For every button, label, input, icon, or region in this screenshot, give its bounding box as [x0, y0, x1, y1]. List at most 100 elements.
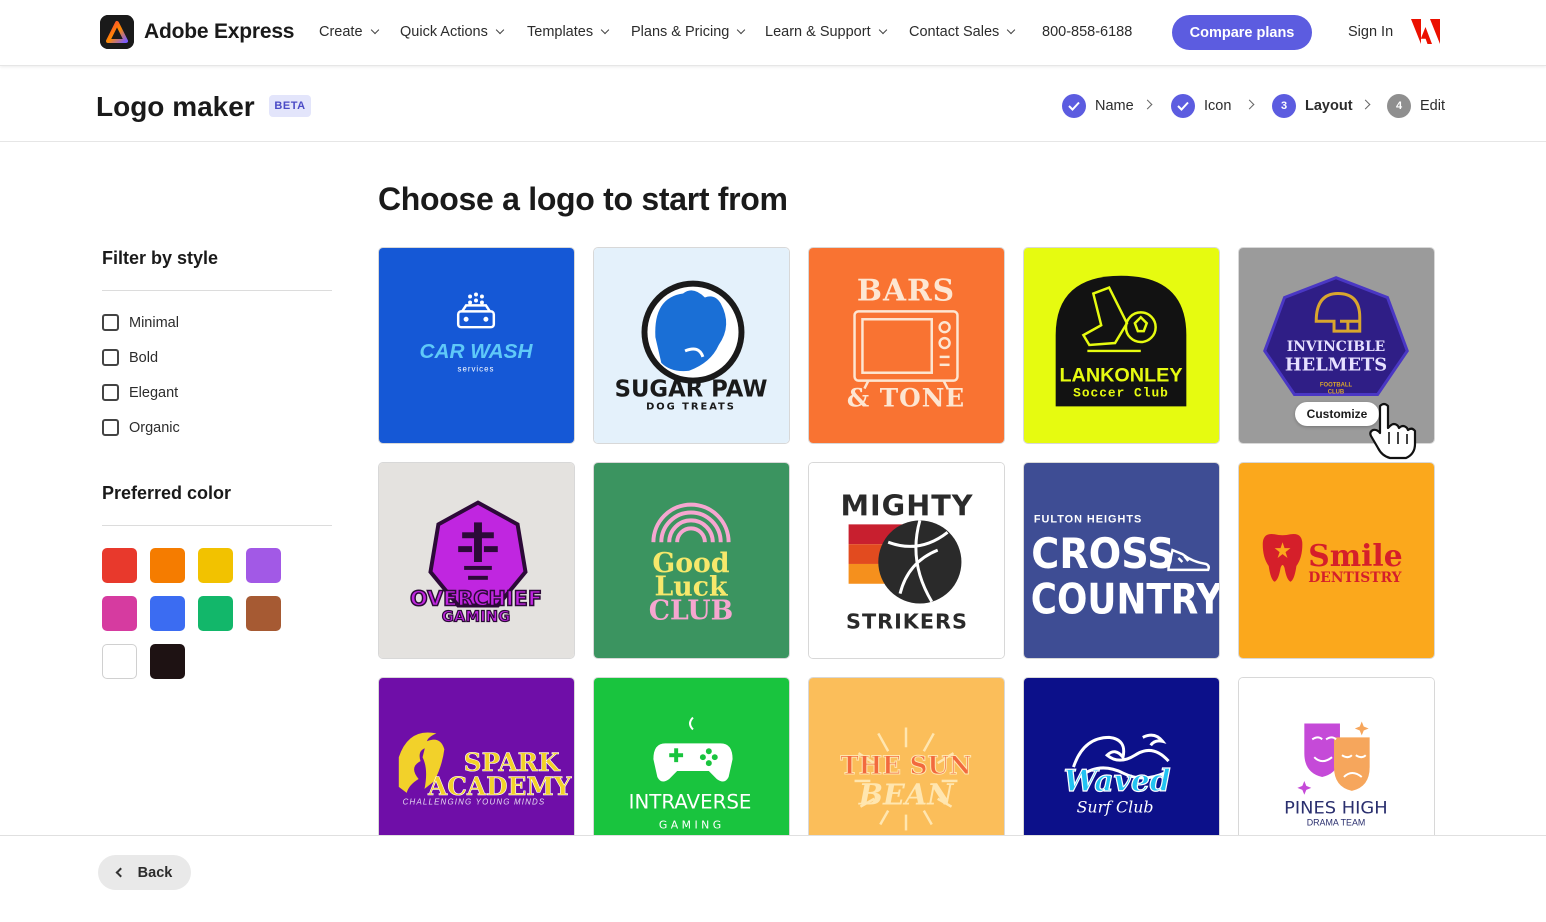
svg-text:BEAN: BEAN — [858, 778, 955, 812]
section-heading: Choose a logo to start from — [378, 181, 788, 217]
divider — [102, 525, 332, 526]
step-icon[interactable]: Icon — [1171, 94, 1231, 118]
step-name[interactable]: Name — [1062, 94, 1134, 118]
logo-card-lankonley[interactable]: LANKONLEY Soccer Club — [1023, 247, 1220, 444]
logo-card-overchief-gaming[interactable]: OVERCHIEF GAMING — [378, 462, 575, 659]
color-swatch[interactable] — [102, 548, 137, 583]
filter-elegant[interactable]: Elegant — [102, 375, 332, 410]
volleyball-icon — [878, 520, 962, 604]
top-navigation: Adobe Express Create Quick Actions Templ… — [0, 0, 1546, 66]
step-label: Name — [1095, 98, 1134, 114]
color-swatch[interactable] — [150, 596, 185, 631]
logo-card-spark-academy[interactable]: SPARK ACADEMY CHALLENGING YOUNG MINDS — [378, 677, 575, 835]
step-label: Layout — [1305, 98, 1353, 114]
hand-pointer-cursor-icon — [1368, 402, 1418, 460]
nav-plans-pricing[interactable]: Plans & Pricing — [631, 24, 746, 40]
checkbox[interactable] — [102, 384, 119, 401]
color-swatch[interactable] — [102, 644, 137, 679]
filter-minimal[interactable]: Minimal — [102, 305, 332, 340]
color-swatch[interactable] — [246, 548, 281, 583]
checkbox[interactable] — [102, 314, 119, 331]
step-layout[interactable]: 3 Layout — [1272, 94, 1353, 118]
logo-card-car-wash[interactable]: CAR WASH services — [378, 247, 575, 444]
svg-text:STRIKERS: STRIKERS — [846, 609, 968, 633]
logo-card-cross-country[interactable]: FULTON HEIGHTS CROSS COUNTRY — [1023, 462, 1220, 659]
svg-text:THE SUN: THE SUN — [840, 751, 971, 780]
svg-text:services: services — [458, 365, 495, 374]
svg-text:INVINCIBLE: INVINCIBLE — [1287, 339, 1385, 355]
divider — [102, 290, 332, 291]
logo-card-pines-high-drama-team[interactable]: PINES HIGH DRAMA TEAM — [1238, 677, 1435, 835]
nav-contact-sales-label: Contact Sales — [909, 24, 1000, 40]
nav-templates[interactable]: Templates — [527, 24, 610, 40]
svg-text:Soccer Club: Soccer Club — [1073, 385, 1169, 400]
brand-name: Adobe Express — [144, 20, 295, 43]
beta-badge: BETA — [269, 95, 311, 117]
svg-text:OVERCHIEF: OVERCHIEF — [410, 587, 542, 611]
logo-maker-header: Logo maker BETA Name Icon 3 Layout 4 Edi… — [0, 67, 1546, 142]
color-swatch[interactable] — [198, 596, 233, 631]
nav-quick-actions[interactable]: Quick Actions — [400, 24, 505, 40]
color-swatch[interactable] — [150, 548, 185, 583]
svg-text:& TONE: & TONE — [847, 383, 965, 412]
customize-button[interactable]: Customize — [1295, 402, 1379, 426]
check-icon — [1062, 94, 1086, 118]
step-number: 3 — [1272, 94, 1296, 118]
svg-text:CAR WASH: CAR WASH — [419, 340, 533, 363]
back-button[interactable]: Back — [98, 855, 191, 890]
nav-create[interactable]: Create — [319, 24, 379, 40]
logo-card-good-luck-club[interactable]: Good Luck CLUB — [593, 462, 790, 659]
svg-text:FOOTBALL: FOOTBALL — [1320, 383, 1353, 389]
phone-link[interactable]: 800-858-6188 — [1042, 24, 1132, 40]
svg-text:DOG TREATS: DOG TREATS — [646, 401, 736, 412]
chevron-left-icon — [115, 867, 126, 878]
filter-sidebar: Filter by style Minimal Bold Elegant Org… — [102, 248, 332, 679]
adobe-logo-icon[interactable] — [1411, 19, 1440, 44]
sign-in-link[interactable]: Sign In — [1348, 24, 1393, 40]
svg-text:HELMETS: HELMETS — [1285, 355, 1387, 376]
compare-plans-button[interactable]: Compare plans — [1172, 15, 1312, 50]
nav-contact-sales[interactable]: Contact Sales — [909, 24, 1016, 40]
check-icon — [1171, 94, 1195, 118]
logo-card-the-sun-bean[interactable]: THE SUN BEAN — [808, 677, 1005, 835]
filter-label: Minimal — [129, 314, 179, 331]
logo-card-sugar-paw[interactable]: SUGAR PAW DOG TREATS — [593, 247, 790, 444]
svg-text:G A M I N G: G A M I N G — [659, 818, 721, 831]
svg-text:DENTISTRY: DENTISTRY — [1308, 570, 1402, 586]
filter-bold[interactable]: Bold — [102, 340, 332, 375]
nav-create-label: Create — [319, 24, 363, 40]
color-swatch[interactable] — [198, 548, 233, 583]
checkbox[interactable] — [102, 419, 119, 436]
filter-style-title: Filter by style — [102, 248, 219, 268]
filter-organic[interactable]: Organic — [102, 410, 332, 445]
nav-learn-support[interactable]: Learn & Support — [765, 24, 887, 40]
nav-templates-label: Templates — [527, 24, 594, 40]
checkbox[interactable] — [102, 349, 119, 366]
logo-card-mighty-strikers[interactable]: MIGHTY STRIKERS — [808, 462, 1005, 659]
step-edit[interactable]: 4 Edit — [1387, 94, 1445, 118]
color-swatch[interactable] — [102, 596, 137, 631]
logo-card-bars-tone[interactable]: BARS & TONE — [808, 247, 1005, 444]
dog-icon — [641, 280, 745, 384]
chevron-down-icon — [737, 25, 746, 35]
chevron-down-icon — [495, 25, 505, 35]
svg-text:CLUB: CLUB — [1328, 390, 1344, 396]
footer-bar: Back — [0, 835, 1546, 922]
svg-text:MIGHTY: MIGHTY — [840, 488, 973, 522]
filter-label: Organic — [129, 419, 180, 436]
color-swatch[interactable] — [150, 644, 185, 679]
chevron-down-icon — [600, 25, 610, 35]
svg-text:Waved: Waved — [1064, 764, 1171, 799]
logo-card-intraverse-gaming[interactable]: INTRAVERSE G A M I N G — [593, 677, 790, 835]
filter-label: Elegant — [129, 384, 179, 401]
logo-card-smile-dentistry[interactable]: Smile DENTISTRY — [1238, 462, 1435, 659]
svg-text:LANKONLEY: LANKONLEY — [1059, 365, 1182, 387]
color-swatch[interactable] — [246, 596, 281, 631]
brand-link[interactable]: Adobe Express — [100, 15, 294, 49]
preferred-color-title: Preferred color — [102, 483, 232, 503]
chevron-down-icon — [1007, 25, 1016, 35]
svg-text:CROSS: CROSS — [1031, 530, 1174, 578]
adobe-express-logo-icon — [100, 15, 134, 49]
logo-card-waved-surf-club[interactable]: Waved Surf Club — [1023, 677, 1220, 835]
svg-text:CHALLENGING YOUNG MINDS: CHALLENGING YOUNG MINDS — [403, 798, 546, 807]
